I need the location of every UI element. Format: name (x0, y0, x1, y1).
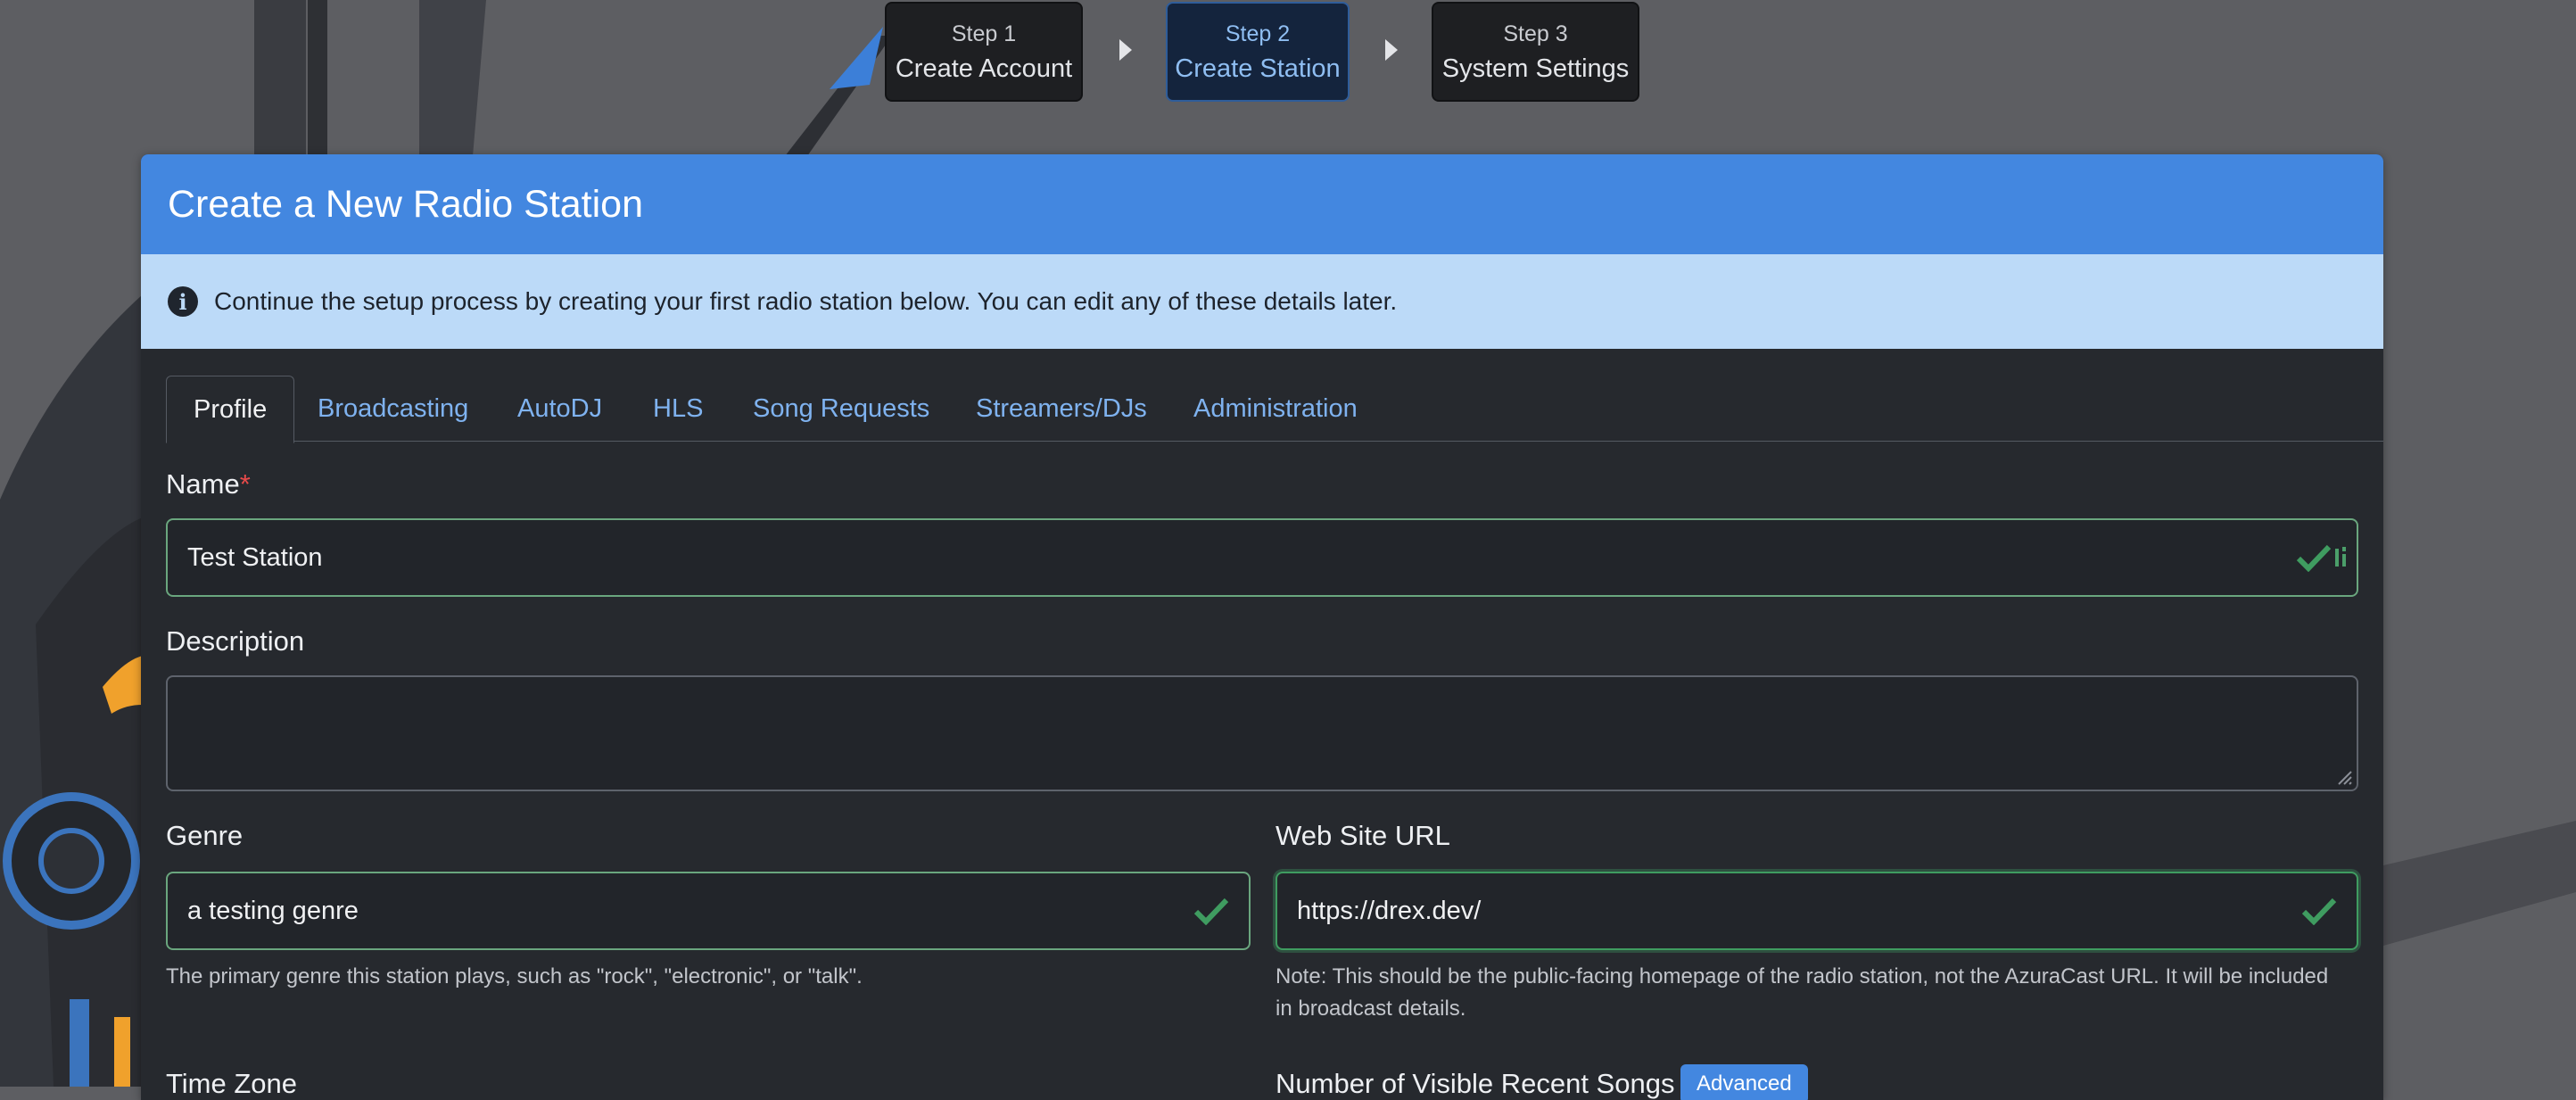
tab-profile[interactable]: Profile (166, 376, 295, 443)
advanced-badge: Advanced (1680, 1064, 1808, 1100)
resize-handle-icon[interactable] (2333, 766, 2353, 786)
setup-stepper: Step 1 Create Account Step 2 Create Stat… (0, 2, 2576, 103)
genre-label: Genre (166, 820, 244, 851)
website-url-help-line: Note: This should be the public-facing h… (1276, 964, 2329, 988)
create-station-card: Create a New Radio Station i Continue th… (141, 154, 2383, 1100)
step-number: Step 1 (951, 21, 1017, 46)
card-title: Create a New Radio Station (141, 154, 2383, 254)
tab-autodj[interactable]: AutoDJ (491, 376, 629, 442)
step-system-settings: Step 3 System Settings (1432, 2, 1639, 102)
recent-songs-label: Number of Visible Recent Songs (1276, 1068, 1675, 1099)
website-url-label: Web Site URL (1276, 820, 1450, 851)
website-url-input[interactable]: https://drex.dev/ (1276, 872, 2358, 950)
tab-streamers-djs[interactable]: Streamers/DJs (949, 376, 1174, 442)
password-manager-icon (2335, 547, 2346, 567)
name-label: Name* (166, 468, 251, 500)
tab-broadcasting[interactable]: Broadcasting (291, 376, 495, 442)
tab-hls[interactable]: HLS (626, 376, 730, 442)
info-alert: i Continue the setup process by creating… (141, 254, 2383, 349)
step-create-station: Step 2 Create Station (1166, 2, 1350, 102)
website-url-help-line: in broadcast details. (1276, 997, 1466, 1021)
tab-administration[interactable]: Administration (1167, 376, 1384, 442)
description-textarea[interactable] (166, 675, 2358, 791)
step-title: Create Account (895, 54, 1073, 83)
check-icon (1193, 897, 1229, 925)
step-arrow-icon (1119, 39, 1132, 61)
check-icon (2301, 897, 2337, 925)
website-url-value: https://drex.dev/ (1297, 896, 1482, 925)
genre-input[interactable]: a testing genre (166, 872, 1251, 950)
step-title: Create Station (1175, 54, 1341, 83)
alert-text: Continue the setup process by creating y… (214, 287, 1398, 315)
genre-value: a testing genre (187, 896, 359, 925)
description-label: Description (166, 625, 305, 657)
step-title: System Settings (1441, 54, 1630, 83)
tab-song-requests[interactable]: Song Requests (726, 376, 956, 442)
step-create-account: Step 1 Create Account (885, 2, 1083, 102)
station-name-value: Test Station (187, 542, 323, 572)
info-icon: i (168, 286, 198, 317)
required-marker: * (239, 468, 251, 500)
step-number: Step 3 (1503, 21, 1568, 46)
genre-help-text: The primary genre this station plays, su… (166, 964, 863, 988)
name-label-text: Name (166, 468, 240, 500)
step-arrow-icon (1385, 39, 1398, 61)
time-zone-label: Time Zone (166, 1068, 298, 1099)
station-tabs: Profile Broadcasting AutoDJ HLS Song Req… (141, 349, 2383, 443)
check-icon (2296, 544, 2332, 572)
step-number: Step 2 (1225, 21, 1291, 46)
website-url-help-text: Note: This should be the public-facing h… (1276, 961, 2358, 1025)
station-name-input[interactable]: Test Station (166, 518, 2358, 597)
